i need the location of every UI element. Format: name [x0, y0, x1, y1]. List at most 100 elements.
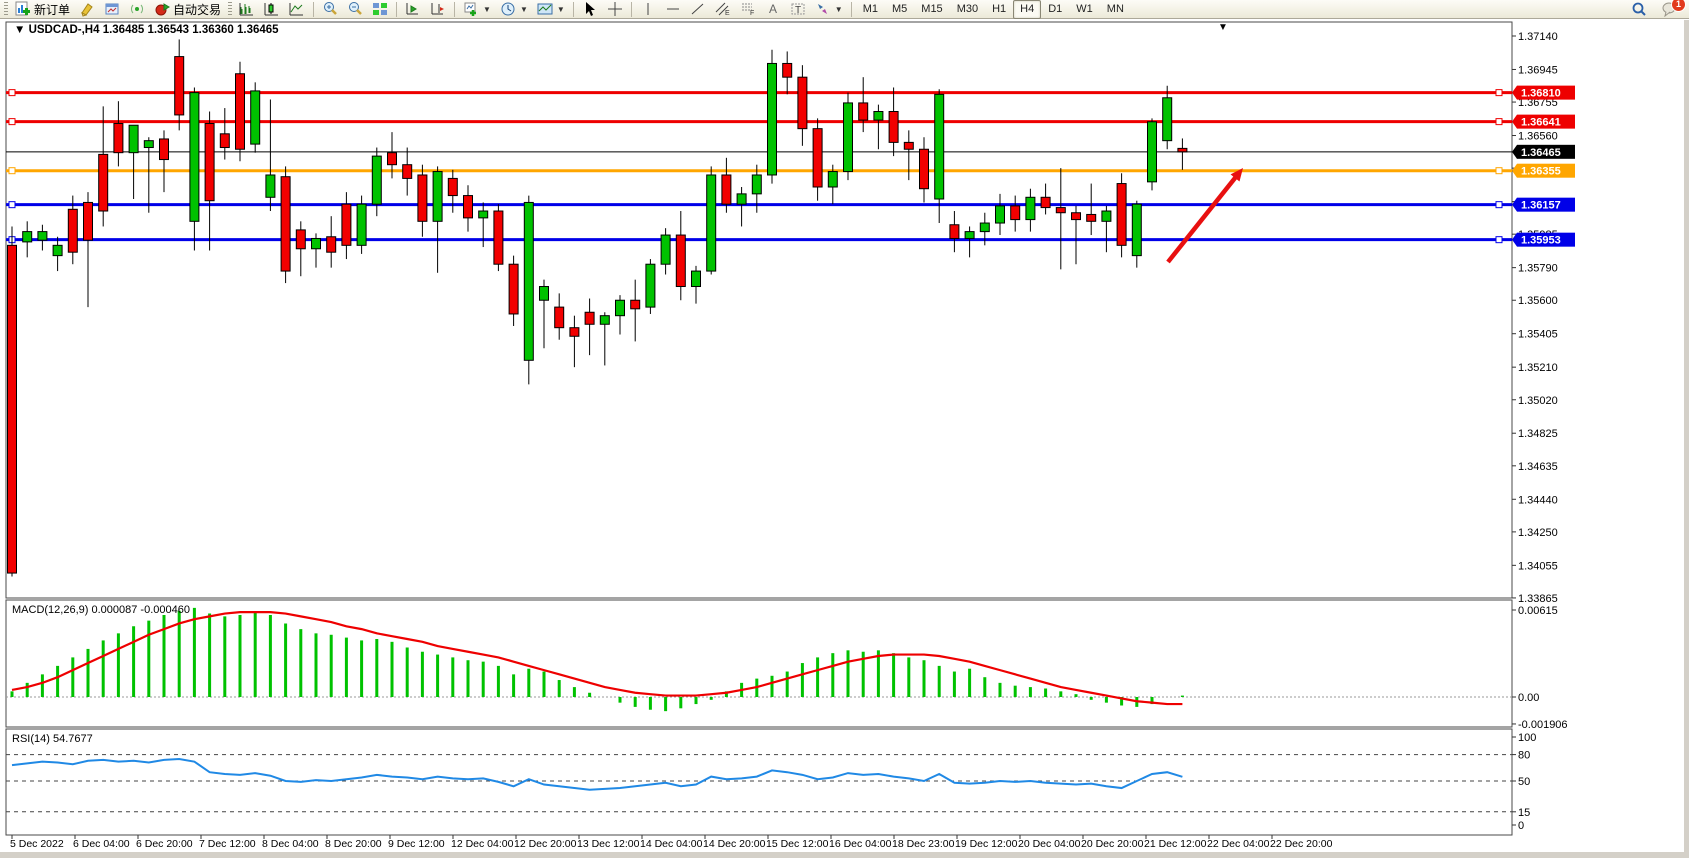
line-handle[interactable]	[9, 119, 15, 125]
line-handle[interactable]	[9, 202, 15, 208]
candle	[783, 63, 792, 77]
text-label-icon: T	[790, 1, 806, 17]
channel-tool-button[interactable]: E	[711, 0, 735, 19]
fibonacci-tool-button[interactable]: F	[736, 0, 760, 19]
templates-button[interactable]: ▼	[533, 0, 569, 19]
line-handle[interactable]	[1496, 202, 1502, 208]
toolbar-separator	[313, 2, 314, 17]
candle	[1102, 211, 1111, 221]
candle	[1132, 204, 1141, 255]
new-chart-button[interactable]: ▼	[459, 0, 495, 19]
text-tool-button[interactable]: A	[761, 0, 785, 19]
time-tick-label: 14 Dec 04:00	[640, 838, 703, 850]
auto-scroll-button[interactable]	[401, 0, 425, 19]
line-handle[interactable]	[9, 90, 15, 96]
auto-scroll-icon	[405, 1, 421, 17]
candle	[342, 204, 351, 245]
candle	[23, 232, 32, 242]
price-tick-label: 1.36945	[1518, 64, 1558, 76]
line-chart-icon	[289, 1, 305, 17]
timeframe-button-d1[interactable]: D1	[1041, 0, 1069, 19]
zoom-in-button[interactable]	[318, 0, 342, 19]
chart-area[interactable]: 1.371401.369451.367551.365601.363701.361…	[0, 20, 1689, 858]
candle	[68, 209, 77, 252]
timeframe-button-h4[interactable]: H4	[1013, 0, 1041, 19]
bar-chart-mode-button[interactable]	[235, 0, 259, 19]
window-edge	[0, 852, 1689, 858]
cursor-tool-button[interactable]	[578, 0, 602, 19]
price-tick-label: 1.36560	[1518, 131, 1558, 143]
candle	[296, 230, 305, 249]
line-handle[interactable]	[1496, 90, 1502, 96]
crosshair-tool-button[interactable]	[603, 0, 627, 19]
tile-windows-button[interactable]	[368, 0, 392, 19]
candle	[828, 172, 837, 187]
text-label-tool-button[interactable]: T	[786, 0, 810, 19]
trendline-icon	[690, 1, 706, 17]
autotrade-button[interactable]: 自动交易	[150, 0, 225, 19]
highlighter-button[interactable]	[75, 0, 99, 19]
trendline-tool-button[interactable]	[686, 0, 710, 19]
candle	[798, 77, 807, 128]
new-chart-icon	[463, 1, 479, 17]
candle	[220, 134, 229, 148]
candle	[965, 232, 974, 239]
line-handle[interactable]	[1496, 237, 1502, 243]
candle	[464, 196, 473, 218]
candle	[904, 142, 913, 149]
timeframe-button-h1[interactable]: H1	[985, 0, 1013, 19]
chart-canvas[interactable]: 1.371401.369451.367551.365601.363701.361…	[0, 20, 1689, 858]
line-handle[interactable]	[1496, 119, 1502, 125]
main-pane[interactable]	[6, 22, 1512, 598]
notifications-button[interactable]: 1	[1657, 0, 1681, 19]
timeframe-button-m30[interactable]: M30	[950, 0, 985, 19]
time-tick-label: 22 Dec 20:00	[1270, 838, 1333, 850]
dropdown-arrow-icon: ▼	[483, 5, 491, 14]
line-chart-mode-button[interactable]	[285, 0, 309, 19]
price-badge-label: 1.36641	[1521, 117, 1561, 129]
timeframe-button-w1[interactable]: W1	[1069, 0, 1100, 19]
candle	[1163, 98, 1172, 141]
periods-button[interactable]: ▼	[496, 0, 532, 19]
candle	[1026, 197, 1035, 219]
candle	[676, 235, 685, 286]
highlighter-icon	[79, 1, 95, 17]
line-handle[interactable]	[9, 168, 15, 174]
candle	[8, 245, 17, 573]
vline-tool-button[interactable]	[636, 0, 660, 19]
chart-shift-icon	[430, 1, 446, 17]
timeframe-button-m1[interactable]: M1	[856, 0, 885, 19]
time-tick-label: 6 Dec 20:00	[136, 838, 193, 850]
candlestick-mode-button[interactable]	[260, 0, 284, 19]
timeframe-button-m15[interactable]: M15	[914, 0, 949, 19]
candle	[1072, 213, 1081, 220]
rsi-pane[interactable]	[6, 729, 1512, 835]
svg-text:E: E	[725, 10, 730, 17]
time-tick-label: 22 Dec 04:00	[1207, 838, 1270, 850]
new-order-button[interactable]: 新订单	[11, 0, 74, 19]
equidistant-channel-icon: E	[715, 1, 731, 17]
toolbar-separator	[851, 2, 852, 17]
hline-tool-button[interactable]	[661, 0, 685, 19]
timeframe-button-mn[interactable]: MN	[1100, 0, 1131, 19]
candle	[388, 153, 397, 165]
macd-pane[interactable]	[6, 600, 1512, 727]
line-handle[interactable]	[1496, 168, 1502, 174]
time-tick-label: 14 Dec 20:00	[703, 838, 766, 850]
candle	[114, 124, 123, 153]
search-button[interactable]	[1627, 0, 1651, 19]
new-order-label: 新订单	[34, 1, 70, 18]
candle	[661, 235, 670, 264]
candle	[38, 232, 47, 241]
chart-shift-button[interactable]	[426, 0, 450, 19]
signals-button[interactable]	[125, 0, 149, 19]
chart-shift-marker[interactable]: ▼	[1218, 22, 1228, 33]
toolbar-handle	[4, 2, 8, 17]
periods-clock-icon	[500, 1, 516, 17]
zoom-out-button[interactable]	[343, 0, 367, 19]
timeframe-button-m5[interactable]: M5	[885, 0, 914, 19]
vertical-line-icon	[640, 1, 656, 17]
candle	[692, 271, 701, 286]
market-window-button[interactable]	[100, 0, 124, 19]
arrows-tool-button[interactable]: ▼	[811, 0, 847, 19]
